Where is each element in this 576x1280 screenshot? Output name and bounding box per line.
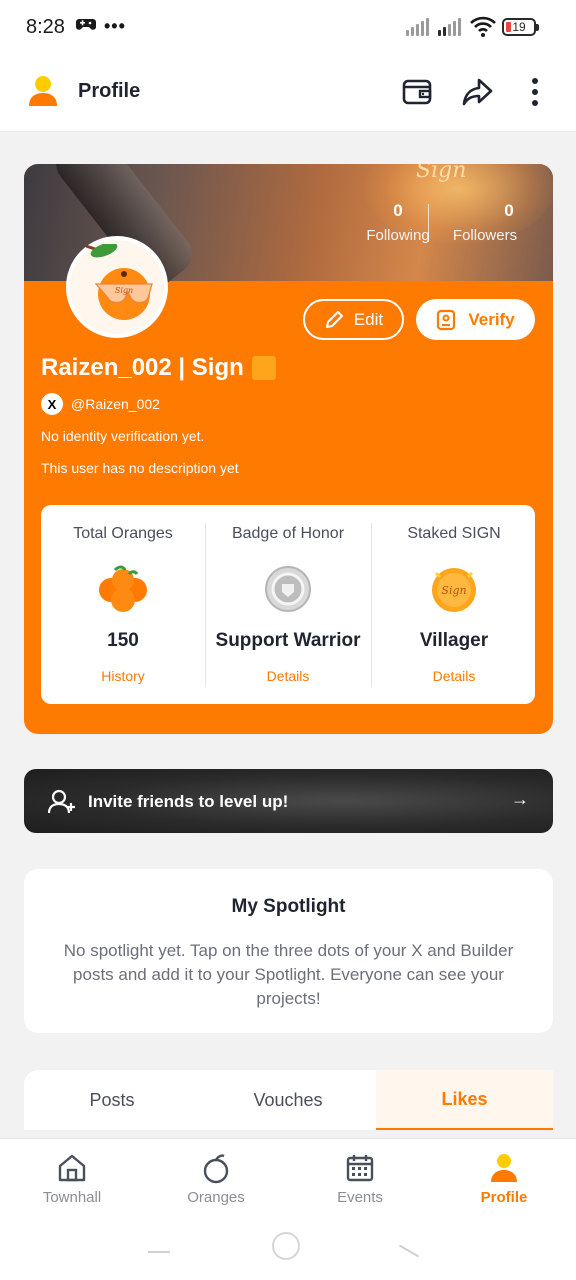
arrow-right-icon: → [511, 789, 529, 809]
verification-status: No identity verification yet. [41, 428, 205, 444]
sign-coin-icon: Sign [424, 561, 484, 617]
badge-details-link[interactable]: Details [206, 668, 370, 684]
followers-count[interactable]: 0 [444, 201, 553, 221]
content-tabs: Posts Vouches Likes [24, 1070, 553, 1130]
wifi-icon [470, 16, 496, 43]
profile-icon [488, 1151, 520, 1185]
signal-icon [406, 18, 429, 36]
home-icon [56, 1151, 88, 1185]
x-handle[interactable]: X @Raizen_002 [41, 393, 160, 415]
tab-vouches[interactable]: Vouches [200, 1070, 376, 1130]
edit-label: Edit [353, 309, 384, 329]
home-gesture[interactable] [272, 1232, 300, 1260]
nav-label: Events [337, 1189, 383, 1206]
handle-text: @Raizen_002 [71, 396, 160, 412]
recent-apps-gesture[interactable] [148, 1251, 170, 1253]
nav-label: Profile [480, 1189, 528, 1206]
stat-title: Total Oranges [73, 525, 173, 542]
banner-logo: Sign [416, 164, 467, 183]
stat-badge-of-honor: Badge of Honor Support Warrior Details [206, 505, 370, 704]
stat-value: Villager [419, 630, 489, 651]
avatar[interactable]: Sign [66, 236, 168, 338]
profile-avatar-icon [28, 74, 58, 108]
stat-staked-sign: Staked SIGN Sign Villager Details [372, 505, 536, 704]
add-user-icon [47, 789, 76, 820]
wallet-icon[interactable] [399, 74, 435, 110]
svg-text:Sign: Sign [115, 286, 133, 295]
nav-oranges[interactable]: Oranges [156, 1151, 276, 1221]
id-card-icon [437, 309, 456, 330]
stat-title: Badge of Honor [231, 525, 345, 542]
profile-card: Sign 0 Following 0 Followers Sign Edit V… [24, 164, 553, 734]
spotlight-empty-text: No spotlight yet. Tap on the three dots … [63, 941, 514, 1008]
history-link[interactable]: History [41, 668, 205, 684]
stats-panel: Total Oranges 150 History Badge of Honor… [41, 505, 535, 704]
stat-value: 150 [107, 630, 139, 651]
silver-badge-icon [258, 561, 318, 617]
edit-button[interactable]: Edit [303, 299, 404, 340]
more-vertical-icon[interactable] [517, 74, 553, 110]
nav-profile[interactable]: Profile [444, 1151, 564, 1221]
gamepad-icon [76, 16, 96, 37]
pencil-icon [325, 310, 343, 328]
spotlight-title: My Spotlight [231, 896, 346, 917]
tab-likes[interactable]: Likes [376, 1070, 553, 1130]
staked-details-link[interactable]: Details [372, 668, 536, 684]
status-time: 8:28 [26, 16, 65, 38]
user-name: Raizen_002 | Sign [41, 354, 276, 382]
share-icon[interactable] [459, 74, 495, 110]
nav-townhall[interactable]: Townhall [12, 1151, 132, 1221]
user-name-text: Raizen_002 | Sign [41, 354, 244, 381]
status-bar: 8:28 ••• 19 [0, 0, 576, 56]
orange-sign-avatar-icon: Sign [85, 244, 153, 320]
signal-icon [438, 18, 461, 36]
orange-icon [200, 1151, 232, 1185]
more-dots-icon: ••• [104, 16, 126, 36]
invite-banner[interactable]: Invite friends to level up! → [24, 769, 553, 833]
oranges-icon [93, 561, 153, 617]
nav-label: Townhall [42, 1189, 102, 1206]
nav-label: Oranges [187, 1189, 245, 1206]
app-header: Profile [0, 56, 576, 132]
verify-button[interactable]: Verify [416, 299, 535, 340]
followers-label[interactable]: Followers [420, 227, 550, 244]
stat-value: Support Warrior [215, 630, 361, 651]
spotlight-card: My Spotlight No spotlight yet. Tap on th… [24, 869, 553, 1033]
tab-posts[interactable]: Posts [24, 1070, 200, 1130]
stat-title: Staked SIGN [407, 525, 501, 542]
page-title: Profile [78, 80, 141, 102]
calendar-icon [344, 1151, 376, 1185]
battery-level: 19 [512, 20, 526, 34]
stat-total-oranges: Total Oranges 150 History [41, 505, 205, 704]
user-description: This user has no description yet [41, 460, 239, 476]
invite-label: Invite friends to level up! [88, 792, 289, 811]
verify-label: Verify [468, 309, 515, 329]
battery-icon: 19 [502, 18, 539, 36]
x-logo-icon: X [41, 393, 63, 415]
svg-text:Sign: Sign [441, 584, 466, 597]
nav-events[interactable]: Events [300, 1151, 420, 1221]
orange-square-icon [251, 356, 276, 380]
